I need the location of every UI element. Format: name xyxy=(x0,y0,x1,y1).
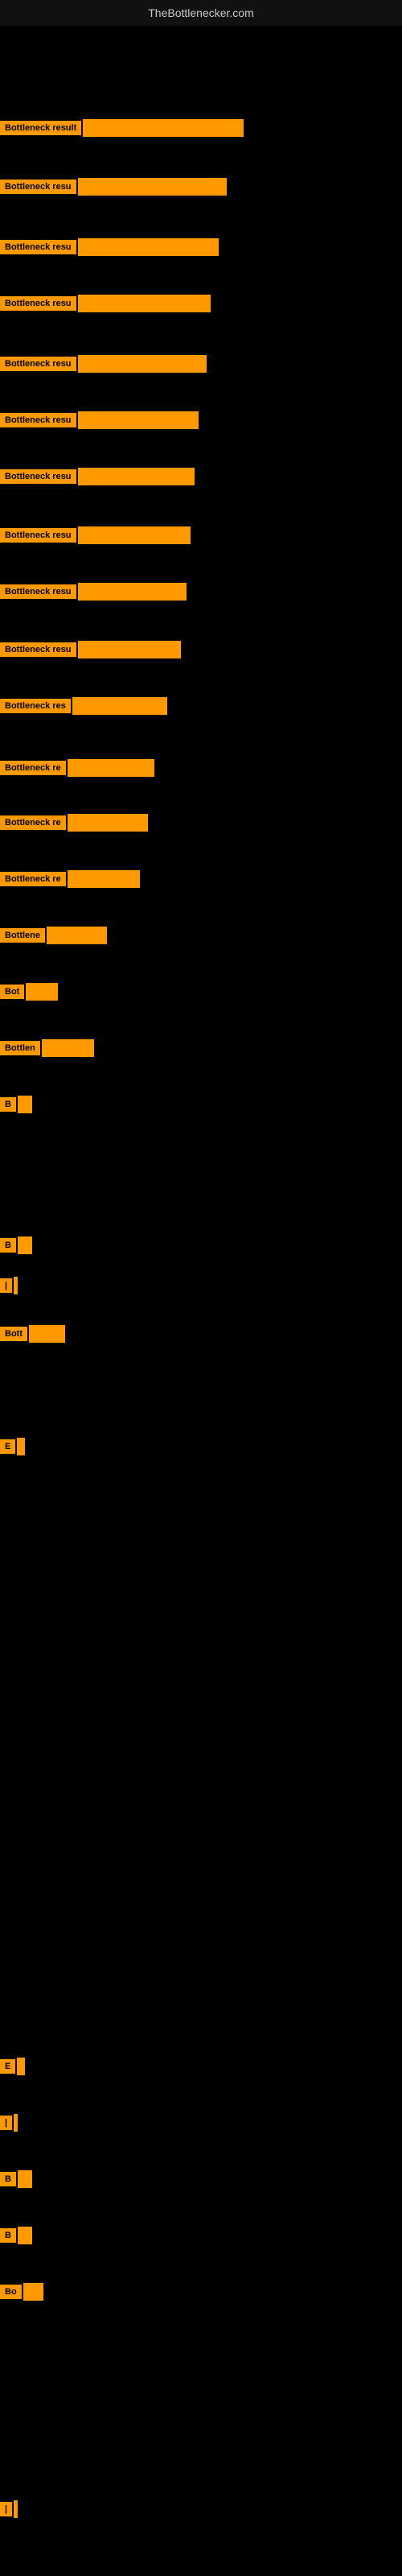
bottleneck-label: Bottleneck resu xyxy=(0,584,76,599)
bottleneck-row[interactable]: Bottleneck resu xyxy=(0,291,402,316)
bottleneck-label: Bottleneck resu xyxy=(0,642,76,657)
bottleneck-label: B xyxy=(0,2228,16,2243)
bottleneck-bar xyxy=(18,2170,32,2188)
bottleneck-label: Bottleneck resu xyxy=(0,413,76,427)
bottleneck-bar xyxy=(83,119,244,137)
bottleneck-row[interactable]: Bottleneck resu xyxy=(0,464,402,489)
page-container: TheBottlenecker.com Bottleneck result Bot… xyxy=(0,0,402,2576)
bottleneck-row[interactable]: B xyxy=(0,1092,402,1117)
bottleneck-bar xyxy=(47,927,107,944)
bottleneck-label: | xyxy=(0,2116,12,2130)
bottleneck-row[interactable]: E xyxy=(0,2054,402,2079)
bottleneck-label: | xyxy=(0,1278,12,1293)
bottleneck-bar xyxy=(78,295,211,312)
bottleneck-label: Bottleneck re xyxy=(0,761,66,775)
bottleneck-row[interactable]: Bottleneck resu xyxy=(0,408,402,432)
bottleneck-row[interactable]: Bottleneck re xyxy=(0,867,402,891)
bottleneck-bar xyxy=(78,641,181,658)
bottleneck-bar xyxy=(68,759,154,777)
bottleneck-label: B xyxy=(0,1097,16,1112)
bottleneck-row[interactable]: B xyxy=(0,1233,402,1257)
bottleneck-bar xyxy=(78,238,219,256)
bottleneck-bar xyxy=(78,411,199,429)
bottleneck-row[interactable]: Bottleneck resu xyxy=(0,235,402,259)
bottleneck-row[interactable]: Bot xyxy=(0,980,402,1004)
bottleneck-bar xyxy=(72,697,167,715)
bottleneck-row[interactable]: E xyxy=(0,1435,402,1459)
bottleneck-bar xyxy=(78,526,191,544)
bottleneck-row[interactable]: Bottleneck result xyxy=(0,116,402,140)
bottleneck-bar xyxy=(26,983,58,1001)
bottleneck-row[interactable]: Bottleneck resu xyxy=(0,175,402,199)
bottleneck-bar xyxy=(14,1277,18,1294)
bottleneck-bar xyxy=(17,1438,25,1455)
bottleneck-label: Bot xyxy=(0,985,24,999)
bottleneck-label: Bottleneck resu xyxy=(0,469,76,484)
bottleneck-bar xyxy=(68,814,148,832)
bottleneck-label: Bo xyxy=(0,2285,22,2299)
bottleneck-row[interactable]: Bottleneck re xyxy=(0,756,402,780)
bottleneck-label: Bottleneck res xyxy=(0,699,71,713)
bottleneck-row[interactable]: Bottleneck resu xyxy=(0,638,402,662)
bottleneck-bar xyxy=(14,2114,18,2132)
bottleneck-row[interactable]: | xyxy=(0,1274,402,1298)
bottleneck-label: | xyxy=(0,2502,12,2516)
bottleneck-bar xyxy=(29,1325,65,1343)
bottleneck-bar xyxy=(18,2227,32,2244)
bottleneck-label: Bottleneck re xyxy=(0,872,66,886)
bottleneck-bar xyxy=(23,2283,43,2301)
bottleneck-bar xyxy=(78,583,187,601)
site-title: TheBottlenecker.com xyxy=(0,0,402,26)
bottleneck-label: Bottleneck resu xyxy=(0,240,76,254)
bottleneck-bar xyxy=(14,2500,18,2518)
bottleneck-row[interactable]: Bo xyxy=(0,2280,402,2304)
bottleneck-label: Bottlene xyxy=(0,928,45,943)
bottleneck-label: E xyxy=(0,1439,15,1454)
bottleneck-row[interactable]: Bottleneck re xyxy=(0,811,402,835)
bottleneck-label: Bottleneck result xyxy=(0,121,81,135)
bottleneck-bar xyxy=(68,870,140,888)
bottleneck-row[interactable]: Bottleneck res xyxy=(0,694,402,718)
bottleneck-label: E xyxy=(0,2059,15,2074)
bottleneck-label: Bottleneck resu xyxy=(0,528,76,543)
bottleneck-row[interactable]: Bottleneck resu xyxy=(0,352,402,376)
bottleneck-label: Bottlen xyxy=(0,1041,40,1055)
bottleneck-row[interactable]: B xyxy=(0,2167,402,2191)
bottleneck-bar xyxy=(18,1096,32,1113)
bottleneck-bar xyxy=(18,1236,32,1254)
bottleneck-row[interactable]: | xyxy=(0,2111,402,2135)
bottleneck-label: Bottleneck resu xyxy=(0,357,76,371)
bottleneck-bar xyxy=(78,178,227,196)
bottleneck-row[interactable]: B xyxy=(0,2223,402,2248)
bottleneck-label: B xyxy=(0,1238,16,1253)
bottleneck-row[interactable]: Bott xyxy=(0,1322,402,1346)
bottleneck-row[interactable]: Bottlene xyxy=(0,923,402,947)
bottleneck-label: Bottleneck re xyxy=(0,815,66,830)
bottleneck-bar xyxy=(78,355,207,373)
bottleneck-bar xyxy=(17,2058,25,2075)
bottleneck-row[interactable]: Bottleneck resu xyxy=(0,523,402,547)
bottleneck-row[interactable]: Bottleneck resu xyxy=(0,580,402,604)
bottleneck-label: B xyxy=(0,2172,16,2186)
bottleneck-label: Bottleneck resu xyxy=(0,296,76,311)
bottleneck-row[interactable]: | xyxy=(0,2497,402,2521)
bottleneck-label: Bottleneck resu xyxy=(0,180,76,194)
bottleneck-bar xyxy=(78,468,195,485)
bottleneck-bar xyxy=(42,1039,94,1057)
bottleneck-label: Bott xyxy=(0,1327,27,1341)
bottleneck-row[interactable]: Bottlen xyxy=(0,1036,402,1060)
